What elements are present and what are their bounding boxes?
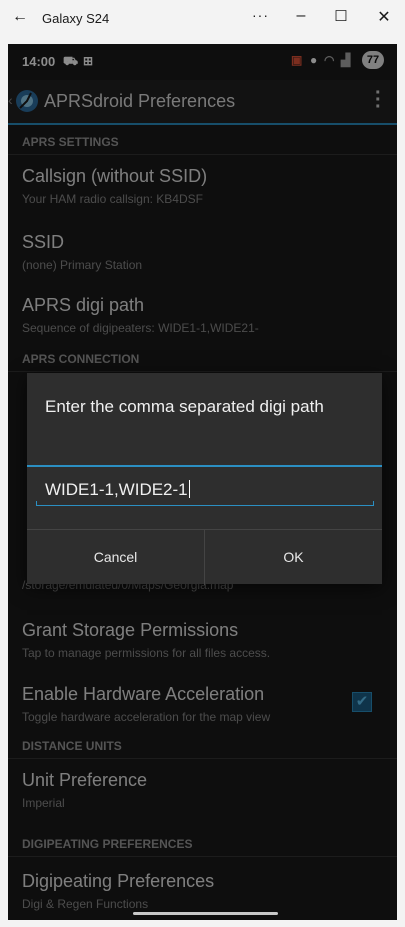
more-options-icon[interactable]: ··· [252,7,269,23]
back-arrow-icon[interactable]: ← [12,8,28,26]
dialog-title: Enter the comma separated digi path [45,397,324,416]
cancel-button[interactable]: Cancel [27,530,205,585]
dialog-button-bar: Cancel OK [27,529,382,585]
dialog-title-divider [27,465,382,467]
minimize-icon[interactable]: – [291,7,311,25]
close-icon[interactable]: ✕ [374,7,394,27]
digi-path-dialog: Enter the comma separated digi path WIDE… [27,373,382,585]
gesture-bar[interactable] [133,912,278,915]
input-underline [36,501,374,506]
maximize-icon[interactable]: ☐ [331,7,351,25]
text-cursor [188,480,190,498]
phone-screen: 14:00 ⛟ ⊞ ▣ ● ◠ ▟ 77 ‹ APRSdroid Prefere… [8,44,397,920]
digi-path-input[interactable]: WIDE1-1,WIDE2-1 [45,480,190,500]
digi-path-input-text: WIDE1-1,WIDE2-1 [45,480,188,499]
emulator-title-bar: ← Galaxy S24 ··· – ☐ ✕ [0,0,405,36]
ok-button[interactable]: OK [205,530,382,585]
window-title: Galaxy S24 [42,11,110,26]
